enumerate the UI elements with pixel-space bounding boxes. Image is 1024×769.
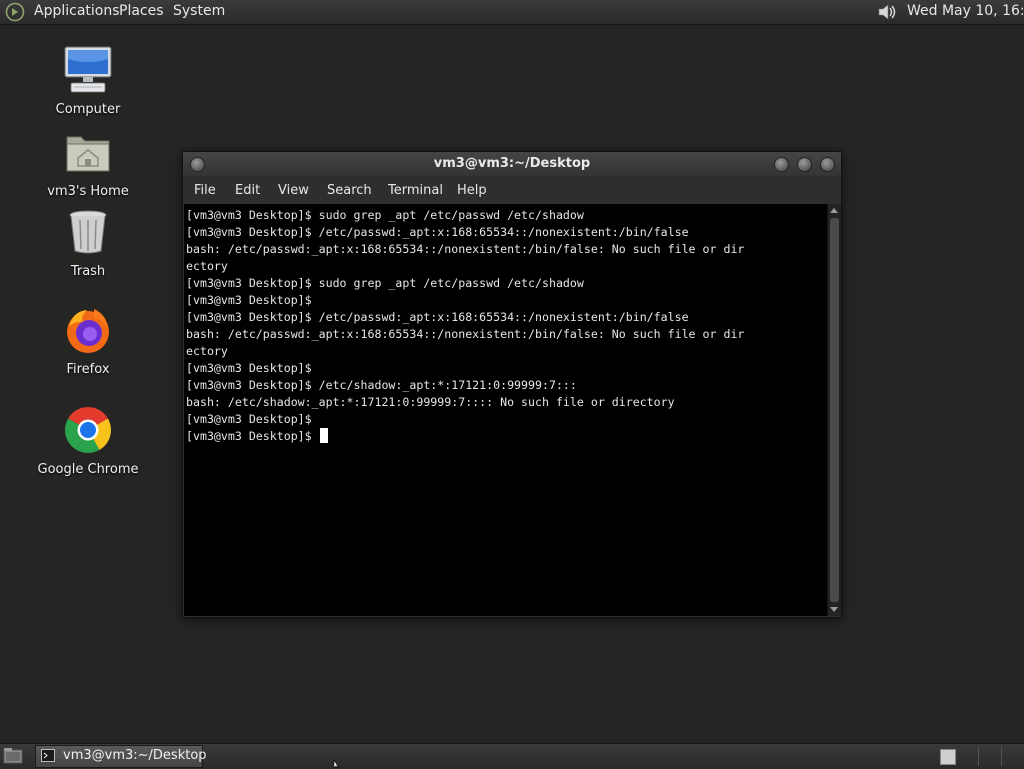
terminal-line: bash: /etc/passwd:_apt:x:168:65534::/non…	[186, 327, 745, 341]
maximize-button[interactable]	[797, 157, 812, 172]
terminal-scrollbar[interactable]	[827, 204, 841, 616]
workspace-switcher[interactable]	[940, 749, 956, 765]
applications-menu[interactable]: Applications	[34, 3, 120, 19]
terminal-window[interactable]: vm3@vm3:~/Desktop File Edit View Search …	[182, 151, 842, 618]
computer-icon	[64, 46, 112, 93]
terminal-line: [vm3@vm3 Desktop]$	[186, 361, 312, 375]
terminal-prompt-line[interactable]: [vm3@vm3 Desktop]$	[186, 428, 827, 445]
menu-file[interactable]: File	[194, 183, 216, 198]
terminal-line: bash: /etc/passwd:_apt:x:168:65534::/non…	[186, 242, 745, 256]
mouse-pointer-icon	[333, 760, 340, 768]
desktop-icon-home[interactable]: vm3's Home	[33, 127, 143, 199]
distro-logo-icon[interactable]	[5, 2, 25, 22]
panel-separator	[1001, 747, 1002, 766]
desktop-icon-label: Google Chrome	[37, 462, 139, 477]
desktop-icon-firefox[interactable]: Firefox	[33, 305, 143, 377]
terminal-line: [vm3@vm3 Desktop]$ sudo grep _apt /etc/p…	[186, 208, 584, 222]
desktop-icon-label: Computer	[55, 102, 121, 117]
window-title: vm3@vm3:~/Desktop	[433, 156, 591, 171]
scroll-up-arrow-icon[interactable]	[830, 208, 838, 213]
terminal-menubar: File Edit View Search Terminal Help	[183, 177, 841, 203]
terminal-line: [vm3@vm3 Desktop]$ /etc/shadow:_apt:*:17…	[186, 378, 577, 392]
clock[interactable]: Wed May 10, 16:00	[907, 3, 1024, 19]
chrome-icon	[65, 407, 111, 453]
menu-view[interactable]: View	[278, 183, 309, 198]
top-panel: Applications Places System Wed May 10, 1…	[0, 0, 1024, 25]
minimize-button[interactable]	[774, 157, 789, 172]
terminal-line: [vm3@vm3 Desktop]$	[186, 293, 312, 307]
terminal-line: [vm3@vm3 Desktop]$	[186, 412, 312, 426]
desktop-icon-computer[interactable]: Computer	[33, 45, 143, 117]
trash-icon	[69, 210, 107, 254]
terminal-line: bash: /etc/shadow:_apt:*:17121:0:99999:7…	[186, 395, 675, 409]
terminal-line: [vm3@vm3 Desktop]$ /etc/passwd:_apt:x:16…	[186, 225, 689, 239]
show-desktop-icon[interactable]	[3, 747, 23, 765]
terminal-icon	[41, 749, 55, 762]
menu-help[interactable]: Help	[457, 183, 487, 198]
terminal-line: [vm3@vm3 Desktop]$ /etc/passwd:_apt:x:16…	[186, 310, 689, 324]
menu-terminal[interactable]: Terminal	[388, 183, 443, 198]
firefox-icon	[67, 309, 109, 353]
scroll-down-arrow-icon[interactable]	[830, 607, 838, 612]
places-menu[interactable]: Places	[119, 3, 164, 19]
terminal-line: ectory	[186, 259, 228, 273]
terminal-line: [vm3@vm3 Desktop]$ sudo grep _apt /etc/p…	[186, 276, 584, 290]
panel-separator	[978, 747, 979, 766]
menu-search[interactable]: Search	[327, 183, 372, 198]
close-button[interactable]	[820, 157, 835, 172]
taskbar-window-label: vm3@vm3:~/Desktop	[63, 748, 207, 763]
desktop-icon-trash[interactable]: Trash	[33, 207, 143, 279]
terminal-lines: [vm3@vm3 Desktop]$ sudo grep _apt /etc/p…	[184, 204, 827, 445]
terminal-prompt: [vm3@vm3 Desktop]$	[186, 429, 319, 443]
terminal-line: ectory	[186, 344, 228, 358]
home-folder-icon	[66, 136, 110, 172]
bottom-panel: vm3@vm3:~/Desktop	[0, 743, 1024, 769]
scrollbar-thumb[interactable]	[830, 218, 839, 602]
terminal-output[interactable]: [vm3@vm3 Desktop]$ sudo grep _apt /etc/p…	[184, 204, 827, 616]
text-cursor	[319, 428, 328, 443]
window-titlebar[interactable]: vm3@vm3:~/Desktop	[183, 152, 841, 176]
system-menu[interactable]: System	[173, 3, 225, 19]
desktop-icon-chrome[interactable]: Google Chrome	[33, 405, 143, 477]
desktop-icon-label: Trash	[70, 264, 106, 279]
menu-edit[interactable]: Edit	[235, 183, 260, 198]
volume-icon[interactable]	[876, 2, 898, 22]
taskbar-window-button[interactable]: vm3@vm3:~/Desktop	[35, 745, 207, 768]
desktop-icon-label: Firefox	[66, 362, 110, 377]
desktop-icon-label: vm3's Home	[47, 184, 129, 199]
